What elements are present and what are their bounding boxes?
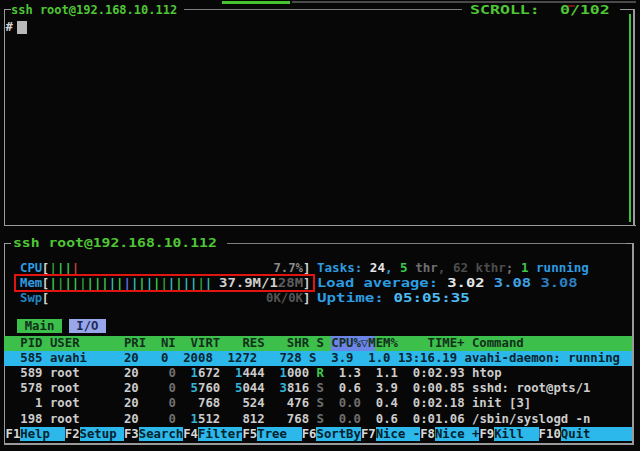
window-bottom-title-rule [227,243,626,244]
swp-meter-label: Swp [20,291,42,305]
terminal-cursor [17,21,27,35]
function-key-f6[interactable]: F6SortBy [302,427,361,441]
window-top-scrollbar-line [629,14,631,222]
function-key-f8[interactable]: F8Nice + [420,427,479,441]
function-key-f5[interactable]: F5Tree [242,427,301,441]
tab-main[interactable]: Main [17,319,63,334]
function-key-f2[interactable]: F2Setup [65,427,124,441]
tasks-summary: Tasks: 24, 5 thr, 62 kthr; 1 running [317,261,589,275]
top-edge-artifact-green [222,1,290,4]
window-title: ssh root@192.168.10.112 [11,3,177,17]
scroll-label: SCROLL: [470,3,540,17]
shell-prompt: # [6,20,13,34]
function-key-f9[interactable]: F9Kill [479,427,538,441]
window-top-corner-tr [620,9,634,17]
scroll-value: 0/102 [560,3,610,17]
window-bottom-border-bottom [4,443,635,445]
process-row[interactable]: 578 root 20 0 5760 5044 3816 S 0.6 3.9 0… [4,381,632,396]
function-key-f3[interactable]: F3Search [124,427,183,441]
function-key-f10[interactable]: F10Quit [539,427,633,441]
window-top-border-left [4,9,6,226]
swp-meter-value: 0K/0K [266,291,303,305]
window-top-corner-tl [4,9,11,17]
cpu-meter-label: CPU [20,261,42,275]
window-top-border-right [633,9,635,226]
process-row[interactable]: 198 root 20 0 1512 812 768 S 0.0 0.6 0:0… [4,412,632,427]
process-row[interactable]: 585 avahi 20 0 2008 1272 728 S 3.9 1.0 1… [4,351,632,366]
uptime: Uptime: 05:05:35 [317,291,470,305]
cpu-meter-bracket-close: ] [303,261,310,275]
swp-meter-bracket-open: [ [42,291,49,305]
process-row[interactable]: 589 root 20 0 1672 1444 1000 R 1.3 1.1 0… [4,366,632,381]
process-table: PID USER PRI NI VIRT RES SHR S CPU%▽MEM%… [4,336,632,442]
function-key-f4[interactable]: F4Filter [183,427,242,441]
process-row[interactable]: 1 root 20 0 768 524 476 S 0.0 0.4 0:02.1… [4,396,632,411]
tab-io[interactable]: I/O [69,319,106,334]
cpu-meter-bracket-open: [ [42,261,49,275]
terminal-screen: ssh root@192.168.10.112 SCROLL:0/102 # s… [0,0,640,451]
window-bottom-corner-tr [626,243,634,251]
mem-annotation-rectangle [14,274,315,292]
function-key-f1[interactable]: F1Help [6,427,65,441]
load-average: Load average: 3.02 3.08 3.08 [317,276,578,290]
function-key-f7[interactable]: F7Nice - [361,427,420,441]
window-top-title-rule [184,9,462,10]
function-key-bar: F1Help F2Setup F3SearchF4FilterF5Tree F6… [4,427,632,442]
process-table-header[interactable]: PID USER PRI NI VIRT RES SHR S CPU%▽MEM%… [4,336,632,351]
window-top-border-bottom [4,225,636,227]
window-bottom-corner-tl [4,243,11,251]
swp-meter-bracket-close: ] [303,291,310,305]
cpu-meter-value: 7.7% [273,261,303,275]
scroll-indicator: SCROLL:0/102 [470,3,540,17]
window-title: ssh root@192.168.10.112 [13,236,217,250]
cpu-meter-bars: |||| [50,261,80,275]
